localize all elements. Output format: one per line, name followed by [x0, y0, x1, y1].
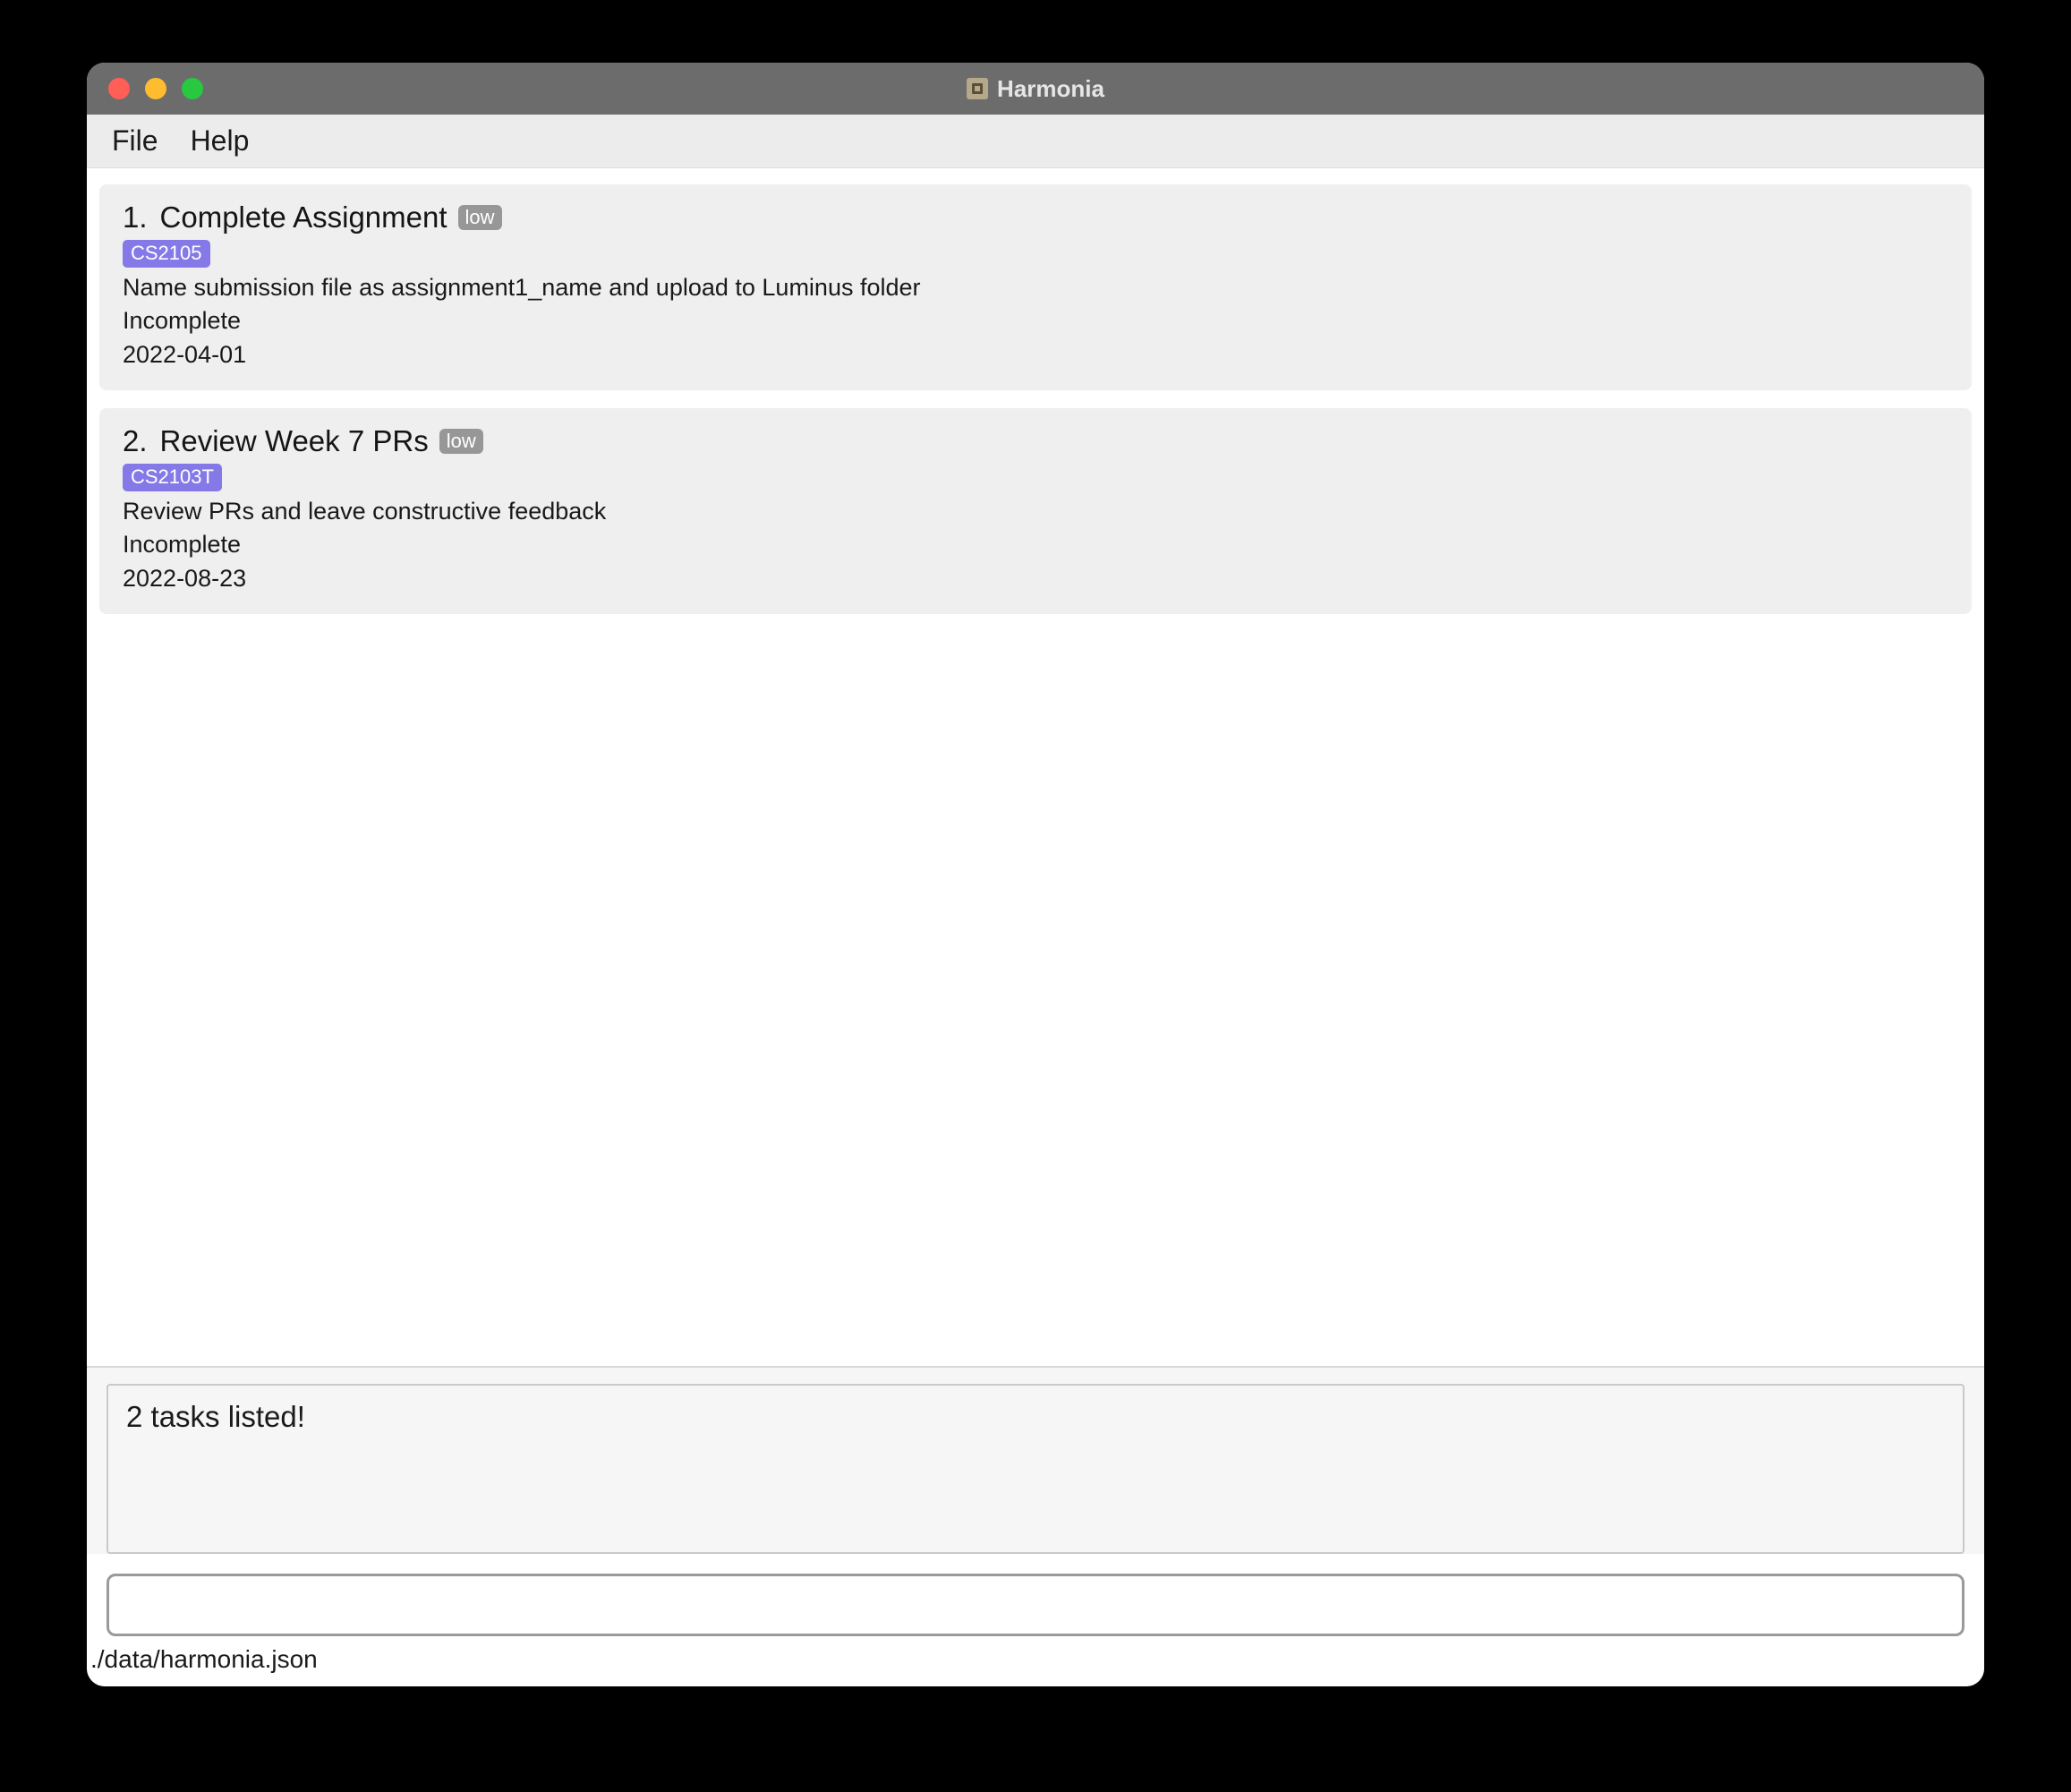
title-bar: Harmonia: [87, 63, 1984, 115]
task-status: Incomplete: [123, 528, 1948, 562]
window-title: Harmonia: [997, 75, 1104, 103]
task-title: Review Week 7 PRs: [160, 424, 429, 458]
maximize-window-button[interactable]: [182, 78, 203, 99]
status-bar: ./data/harmonia.json: [87, 1636, 1984, 1686]
task-index: 2.: [123, 424, 148, 458]
priority-badge: low: [439, 429, 483, 454]
app-window: Harmonia File Help 1. Complete Assignmen…: [87, 63, 1984, 1686]
window-controls: [87, 78, 203, 99]
task-card[interactable]: 2. Review Week 7 PRs low CS2103T Review …: [99, 408, 1972, 614]
minimize-window-button[interactable]: [145, 78, 166, 99]
task-header: 2. Review Week 7 PRs low: [123, 424, 1948, 458]
menu-file[interactable]: File: [112, 124, 158, 158]
command-input[interactable]: [107, 1574, 1964, 1636]
task-card[interactable]: 1. Complete Assignment low CS2105 Name s…: [99, 184, 1972, 390]
task-date: 2022-08-23: [123, 562, 1948, 596]
module-tag-badge: CS2105: [123, 240, 210, 268]
task-description: Name submission file as assignment1_name…: [123, 271, 1948, 305]
task-status: Incomplete: [123, 304, 1948, 338]
task-date: 2022-04-01: [123, 338, 1948, 372]
task-description: Review PRs and leave constructive feedba…: [123, 495, 1948, 529]
menu-bar: File Help: [87, 115, 1984, 168]
task-list-panel[interactable]: 1. Complete Assignment low CS2105 Name s…: [87, 168, 1984, 1366]
menu-help[interactable]: Help: [191, 124, 250, 158]
close-window-button[interactable]: [108, 78, 130, 99]
task-header: 1. Complete Assignment low: [123, 201, 1948, 235]
app-icon: [967, 78, 988, 99]
priority-badge: low: [458, 205, 502, 230]
task-title: Complete Assignment: [160, 201, 447, 235]
storage-path: ./data/harmonia.json: [90, 1645, 318, 1673]
result-message: 2 tasks listed!: [126, 1400, 305, 1433]
task-index: 1.: [123, 201, 148, 235]
command-input-area: [87, 1554, 1984, 1636]
result-display: 2 tasks listed!: [107, 1384, 1964, 1554]
window-title-wrap: Harmonia: [967, 75, 1104, 103]
module-tag-badge: CS2103T: [123, 464, 222, 491]
result-panel: 2 tasks listed!: [87, 1366, 1984, 1554]
